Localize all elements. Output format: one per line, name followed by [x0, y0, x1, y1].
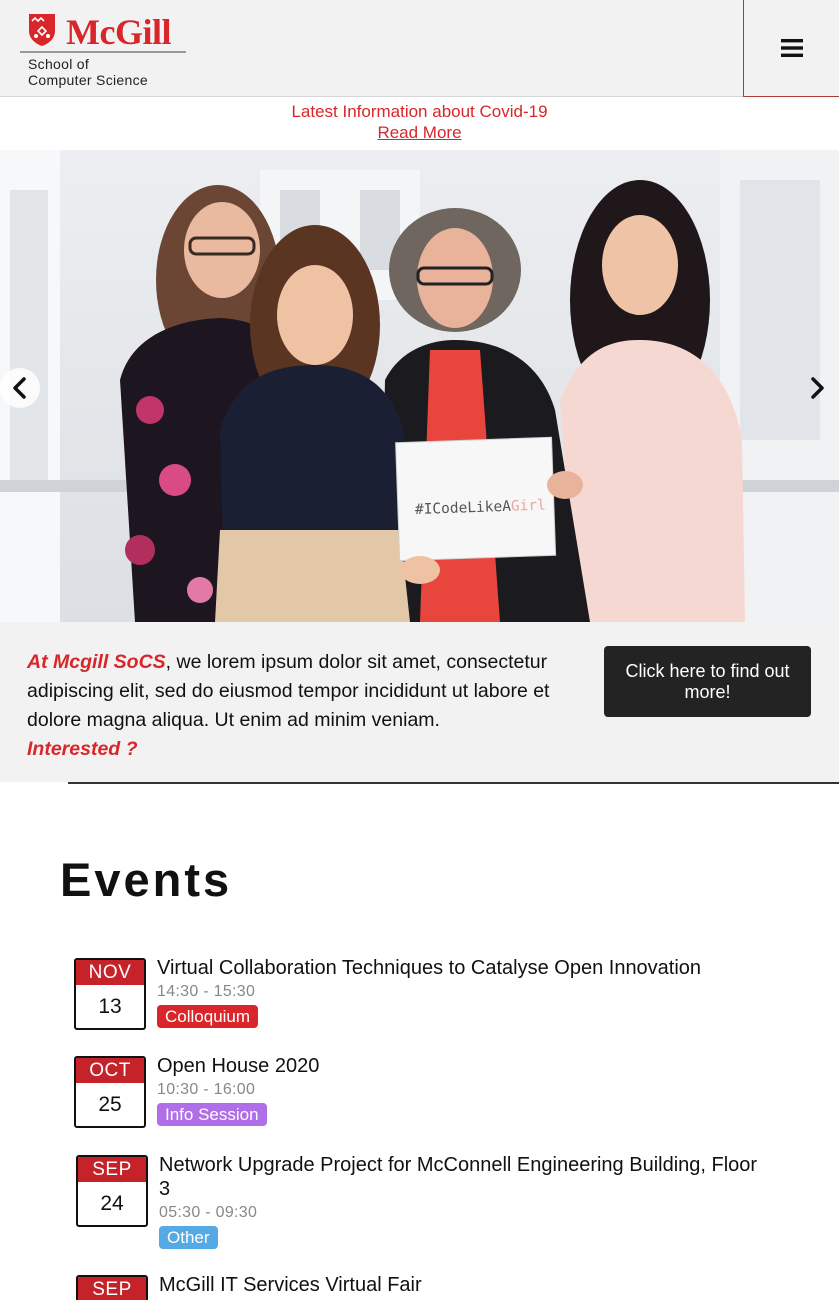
event-title[interactable]: Open House 2020 [157, 1054, 757, 1078]
mcgill-crest-icon [29, 14, 55, 46]
intro-interested: Interested ? [27, 738, 138, 760]
event-details: McGill IT Services Virtual Fair [159, 1273, 759, 1297]
intro-paragraph: At Mcgill SoCS, we lorem ipsum dolor sit… [27, 648, 592, 764]
chevron-left-icon [13, 377, 26, 399]
intro-section: At Mcgill SoCS, we lorem ipsum dolor sit… [0, 622, 839, 782]
event-category-tag[interactable]: Other [159, 1226, 218, 1249]
hero-sign-suffix: Girl [511, 498, 546, 515]
event-category-tag[interactable]: Info Session [157, 1103, 267, 1126]
section-divider [68, 782, 839, 784]
event-day: 25 [98, 1093, 122, 1116]
hero-carousel: #ICodeLikeAGirl [0, 150, 839, 622]
event-date-badge: SEP 24 [76, 1155, 148, 1227]
event-details: Network Upgrade Project for McConnell En… [159, 1153, 759, 1249]
find-out-more-button[interactable]: Click here to find out more! [604, 646, 811, 717]
event-details: Open House 2020 10:30 - 16:00 Info Sessi… [157, 1054, 757, 1126]
event-time: 14:30 - 15:30 [157, 983, 256, 1000]
event-title[interactable]: Virtual Collaboration Techniques to Cata… [157, 956, 757, 980]
logo-wordmark: McGill [66, 12, 171, 52]
hamburger-menu-icon [780, 39, 803, 57]
event-time: 10:30 - 16:00 [157, 1081, 256, 1098]
event-month: OCT [76, 1058, 144, 1083]
logo-subtitle-line2: Computer Science [28, 72, 148, 88]
event-time: 05:30 - 09:30 [159, 1204, 258, 1221]
event-date-badge: OCT 25 [74, 1056, 146, 1128]
carousel-next-button[interactable] [797, 368, 837, 408]
event-day: 24 [100, 1192, 124, 1215]
mcgill-logo[interactable]: McGill School of Computer Science [20, 10, 186, 90]
logo-subtitle-line1: School of [28, 56, 90, 72]
covid-notice-text: Latest Information about Covid-19 [291, 102, 548, 121]
chevron-right-icon [811, 377, 824, 399]
event-title[interactable]: Network Upgrade Project for McConnell En… [159, 1153, 759, 1201]
covid-notice: Latest Information about Covid-19 Read M… [0, 98, 839, 150]
hero-photo: #ICodeLikeAGirl [0, 150, 839, 622]
event-details: Virtual Collaboration Techniques to Cata… [157, 956, 757, 1028]
read-more-link[interactable]: Read More [377, 122, 461, 144]
logo-subtitle: School of Computer Science [28, 56, 148, 88]
event-month: SEP [78, 1277, 146, 1300]
event-day: 13 [98, 995, 122, 1018]
carousel-prev-button[interactable] [0, 368, 40, 408]
hero-sign-prefix: #ICodeLikeA [415, 499, 512, 518]
event-date-badge: NOV 13 [74, 958, 146, 1030]
menu-button[interactable] [743, 0, 839, 97]
event-title[interactable]: McGill IT Services Virtual Fair [159, 1273, 759, 1297]
intro-lead: At Mcgill SoCS [27, 651, 166, 673]
site-header: McGill School of Computer Science [0, 0, 839, 97]
event-month: SEP [78, 1157, 146, 1182]
event-category-tag[interactable]: Colloquium [157, 1005, 259, 1028]
event-date-badge: SEP [76, 1275, 148, 1300]
events-heading: Events [60, 853, 233, 906]
logo-divider [20, 51, 186, 53]
event-month: NOV [76, 960, 144, 985]
